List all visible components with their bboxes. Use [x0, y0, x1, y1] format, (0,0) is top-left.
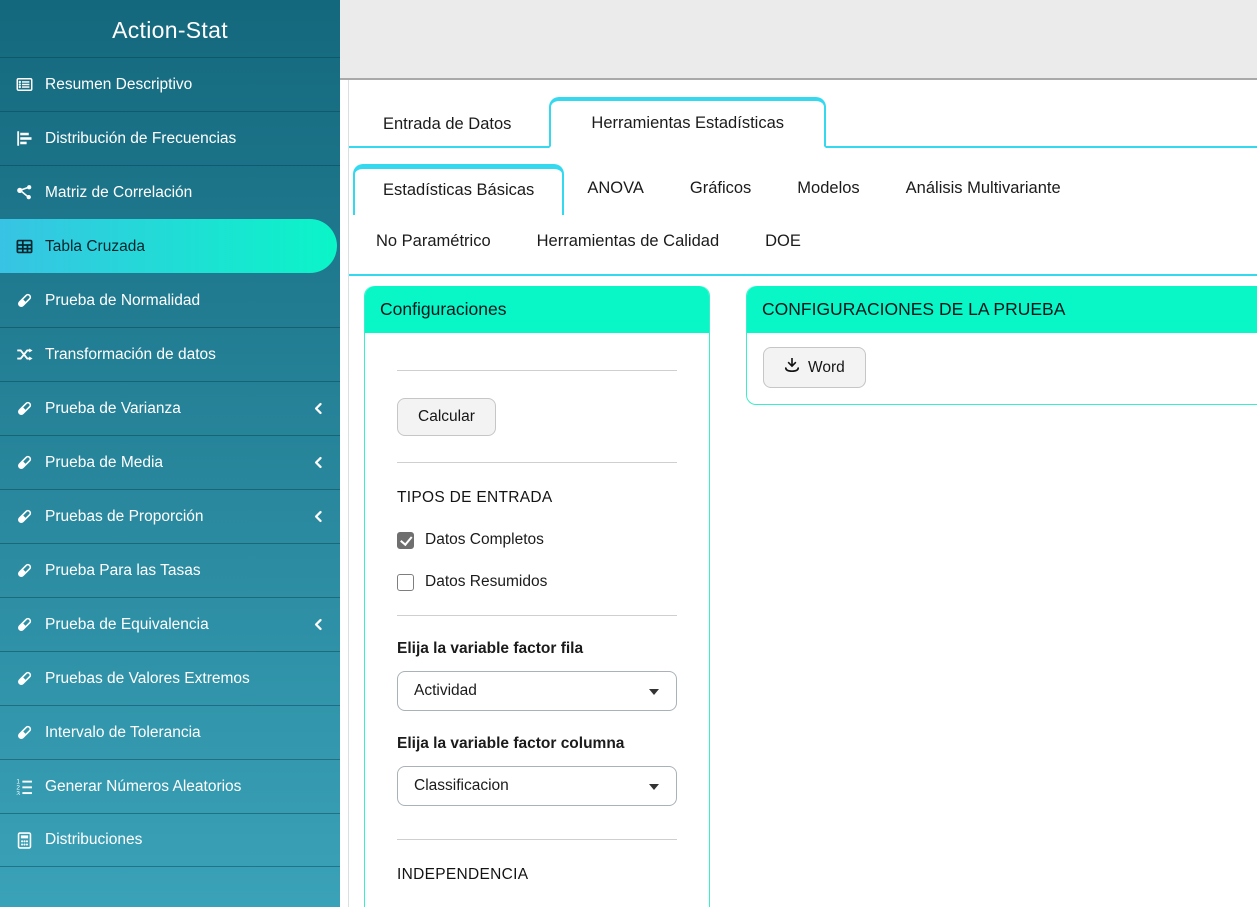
- sidebar-item-label: Transformación de datos: [45, 345, 216, 363]
- test-configurations-panel: CONFIGURACIONES DE LA PRUEBA Word: [746, 286, 1257, 405]
- sidebar-item-prueba-de-normalidad[interactable]: Prueba de Normalidad: [0, 273, 340, 327]
- configurations-panel-header: Configuraciones: [365, 286, 709, 333]
- sidebar-item-label: Pruebas de Proporción: [45, 507, 204, 525]
- vial-icon: [16, 616, 35, 633]
- checkbox-row-datos-completos[interactable]: Datos Completos: [397, 531, 677, 549]
- list-ol-icon: 123: [16, 778, 35, 795]
- chevron-left-icon: [312, 402, 326, 416]
- sidebar-item-label: Prueba de Normalidad: [45, 291, 201, 309]
- main-content: Entrada de Datos Herramientas Estadística…: [340, 0, 1257, 907]
- sidebar-item-label: Intervalo de Tolerancia: [45, 723, 201, 741]
- sidebar-item-label: Prueba de Media: [45, 453, 164, 471]
- tab-graficos[interactable]: Gráficos: [667, 164, 774, 213]
- tab-herramientas-estadisticas[interactable]: Herramientas Estadísticas: [549, 97, 826, 148]
- chevron-left-icon: [312, 456, 326, 470]
- word-export-label: Word: [808, 358, 845, 376]
- configurations-panel-body: Calcular TIPOS DE ENTRADA Datos Completo…: [365, 370, 709, 904]
- sidebar-item-pruebas-de-proporcion[interactable]: Pruebas de Proporción: [0, 489, 340, 543]
- row-factor-value: Actividad: [414, 682, 477, 699]
- sidebar-item-label: Distribuciones: [45, 831, 143, 848]
- configurations-panel: Configuraciones Calcular TIPOS DE ENTRAD…: [364, 286, 710, 907]
- checkbox-label: Datos Completos: [425, 531, 544, 548]
- sidebar-item-prueba-de-varianza[interactable]: Prueba de Varianza: [0, 381, 340, 435]
- sidebar-item-distribucion-de-frecuencias[interactable]: Distribución de Frecuencias: [0, 111, 340, 165]
- row-factor-select[interactable]: Actividad: [397, 671, 677, 711]
- table-icon: [16, 238, 35, 255]
- shuffle-icon: [16, 346, 35, 363]
- sidebar-item-pruebas-de-valores-extremos[interactable]: Pruebas de Valores Extremos: [0, 651, 340, 705]
- independence-heading: INDEPENDENCIA: [397, 866, 529, 883]
- checkbox-unchecked[interactable]: [397, 573, 414, 591]
- sidebar-item-intervalo-de-tolerancia[interactable]: Intervalo de Tolerancia: [0, 705, 340, 759]
- col-factor-select[interactable]: Classificacion: [397, 766, 677, 806]
- tab-no-parametrico[interactable]: No Paramétrico: [353, 217, 514, 266]
- vial-icon: [16, 292, 35, 309]
- sidebar-item-matriz-de-correlacion[interactable]: Matriz de Correlación: [0, 165, 340, 219]
- sidebar: Action-Stat Resumen Descriptivo Distribuc…: [0, 0, 340, 907]
- network-icon: [16, 184, 35, 201]
- row-factor-label: Elija la variable factor fila: [397, 640, 584, 657]
- sidebar-item-label: Pruebas de Valores Extremos: [45, 669, 250, 687]
- sidebar-item-label: Generar Números Aleatorios: [45, 777, 242, 795]
- svg-text:3: 3: [16, 790, 20, 795]
- vial-icon: [16, 400, 35, 417]
- sidebar-item-transformacion-de-datos[interactable]: Transformación de datos: [0, 327, 340, 381]
- test-configurations-panel-body: Word: [747, 333, 1257, 404]
- vial-icon: [16, 508, 35, 525]
- tab-doe[interactable]: DOE: [742, 217, 824, 266]
- word-export-button[interactable]: Word: [763, 347, 866, 388]
- sidebar-item-distribuciones[interactable]: Distribuciones: [0, 813, 340, 867]
- sidebar-item-prueba-de-media[interactable]: Prueba de Media: [0, 435, 340, 489]
- bar-chart-icon: [16, 130, 35, 147]
- calculator-icon: [16, 831, 35, 849]
- vial-icon: [16, 670, 35, 687]
- primary-tabbar: Entrada de Datos Herramientas Estadística…: [349, 80, 1257, 148]
- sidebar-item-generar-numeros-aleatorios[interactable]: 1 2 3 Generar Números Aleatorios: [0, 759, 340, 813]
- col-factor-label: Elija la variable factor columna: [397, 735, 625, 752]
- calculate-button[interactable]: Calcular: [397, 398, 496, 436]
- download-icon: [784, 357, 800, 378]
- divider: [397, 839, 677, 840]
- sidebar-item-label: Tabla Cruzada: [45, 237, 145, 255]
- checkbox-label: Datos Resumidos: [425, 573, 548, 590]
- tab-anova[interactable]: ANOVA: [564, 164, 667, 213]
- divider: [397, 462, 677, 463]
- panels-row: Configuraciones Calcular TIPOS DE ENTRAD…: [364, 286, 1257, 907]
- vial-icon: [16, 454, 35, 471]
- sidebar-item-label: Prueba de Equivalencia: [45, 615, 209, 633]
- tab-entrada-de-datos[interactable]: Entrada de Datos: [353, 103, 541, 146]
- sidebar-item-label: Prueba Para las Tasas: [45, 561, 201, 579]
- input-types-heading: TIPOS DE ENTRADA: [397, 489, 553, 506]
- checkbox-row-datos-resumidos[interactable]: Datos Resumidos: [397, 573, 677, 591]
- sidebar-item-label: Prueba de Varianza: [45, 399, 181, 417]
- sidebar-item-resumen-descriptivo[interactable]: Resumen Descriptivo: [0, 57, 340, 111]
- divider: [397, 615, 677, 616]
- sidebar-item-prueba-para-las-tasas[interactable]: Prueba Para las Tasas: [0, 543, 340, 597]
- tab-modelos[interactable]: Modelos: [774, 164, 882, 213]
- vial-icon: [16, 724, 35, 741]
- app-title: Action-Stat: [112, 17, 228, 43]
- sidebar-item-label: Resumen Descriptivo: [45, 75, 193, 93]
- chevron-left-icon: [312, 618, 326, 632]
- secondary-tabbar: Estadísticas Básicas ANOVA Gráficos Modelos…: [349, 164, 1257, 276]
- sidebar-item-prueba-de-equivalencia[interactable]: Prueba de Equivalencia: [0, 597, 340, 651]
- tab-herramientas-de-calidad[interactable]: Herramientas de Calidad: [514, 217, 743, 266]
- top-toolbar-strip: [340, 0, 1257, 80]
- col-factor-value: Classificacion: [414, 777, 509, 794]
- sidebar-nav: Resumen Descriptivo Distribución de Frecu…: [0, 57, 340, 867]
- sidebar-item-label: Distribución de Frecuencias: [45, 129, 237, 147]
- tab-analisis-multivariante[interactable]: Análisis Multivariante: [883, 164, 1084, 213]
- vial-icon: [16, 562, 35, 579]
- test-configurations-panel-header: CONFIGURACIONES DE LA PRUEBA: [747, 286, 1257, 333]
- sidebar-item-label: Matriz de Correlación: [45, 183, 193, 201]
- checkbox-checked[interactable]: [397, 531, 414, 549]
- sidebar-item-tabla-cruzada[interactable]: Tabla Cruzada: [0, 219, 337, 273]
- content-card: Entrada de Datos Herramientas Estadística…: [348, 80, 1257, 907]
- divider: [397, 370, 677, 371]
- app-window: Action-Stat Resumen Descriptivo Distribuc…: [0, 0, 1257, 907]
- chevron-left-icon: [312, 510, 326, 524]
- card-list-icon: [16, 76, 35, 93]
- tab-estadisticas-basicas[interactable]: Estadísticas Básicas: [353, 164, 565, 215]
